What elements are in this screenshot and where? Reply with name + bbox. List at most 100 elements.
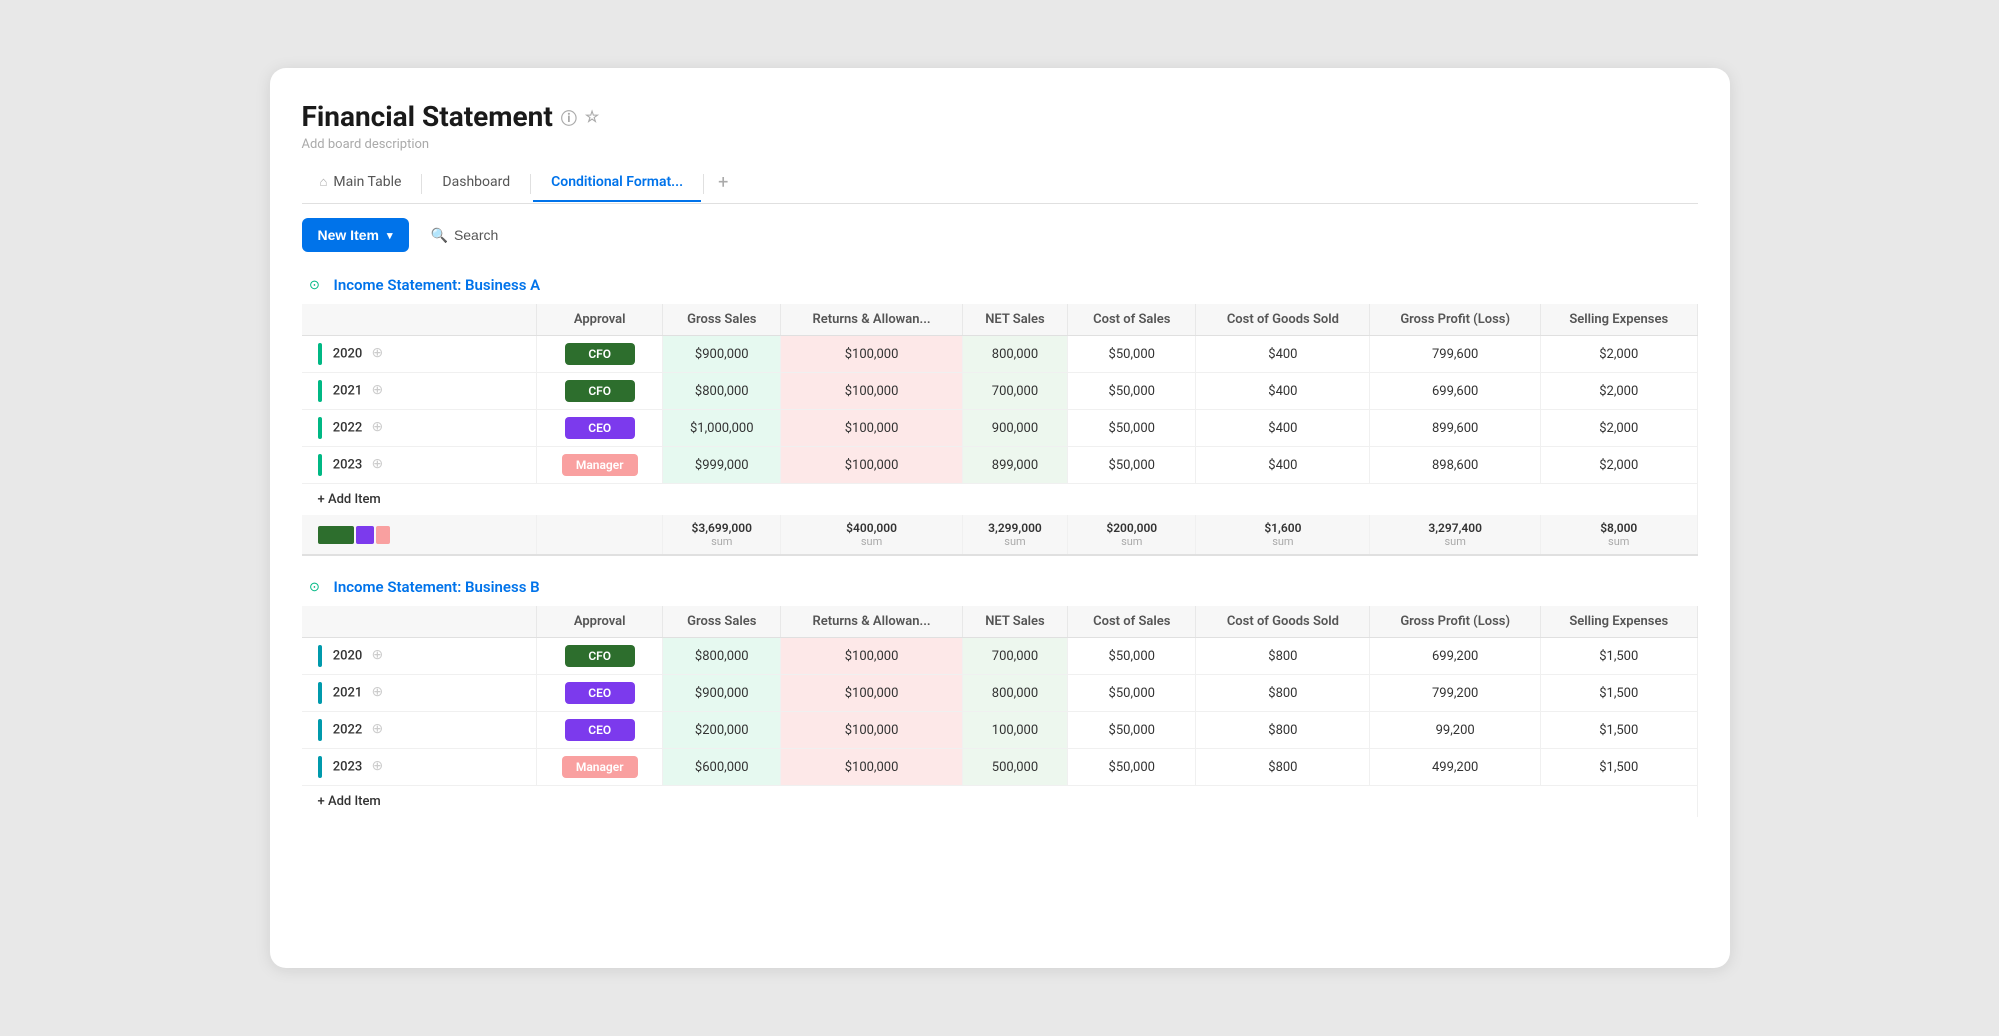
group-a-table: Approval Gross Sales Returns & Allowan..… xyxy=(302,304,1698,556)
summary-approval xyxy=(537,515,663,555)
row-indicator xyxy=(318,645,322,667)
cell-approval: CEO xyxy=(537,675,663,712)
approval-badge: Manager xyxy=(562,756,638,778)
cell-cost-sales: $50,000 xyxy=(1068,749,1196,786)
tab-add-button[interactable]: + xyxy=(706,164,740,203)
bar-ceo xyxy=(356,526,374,544)
row-add-icon[interactable]: ⊕ xyxy=(372,647,384,663)
group-b-table: Approval Gross Sales Returns & Allowan..… xyxy=(302,606,1698,817)
cell-cogs: $800 xyxy=(1196,712,1370,749)
col-net-sales-b: NET Sales xyxy=(962,606,1067,638)
col-returns-a: Returns & Allowan... xyxy=(781,304,963,336)
row-add-icon[interactable]: ⊕ xyxy=(372,684,384,700)
cell-gross-profit: 699,200 xyxy=(1370,638,1541,675)
approval-badge: CEO xyxy=(565,719,635,741)
row-add-icon[interactable]: ⊕ xyxy=(372,721,384,737)
cell-net-sales: 800,000 xyxy=(962,675,1067,712)
cell-selling: $2,000 xyxy=(1541,410,1698,447)
col-gross-sales-b: Gross Sales xyxy=(663,606,781,638)
cell-returns: $100,000 xyxy=(781,373,963,410)
board-description[interactable]: Add board description xyxy=(302,137,1698,152)
cell-approval: Manager xyxy=(537,749,663,786)
cell-year: 2022 ⊕ xyxy=(302,410,537,447)
add-item-cell-a[interactable]: + Add Item xyxy=(302,484,1698,516)
cell-net-sales: 700,000 xyxy=(962,373,1067,410)
cell-selling: $1,500 xyxy=(1541,749,1698,786)
col-approval-b: Approval xyxy=(537,606,663,638)
add-item-row-b[interactable]: + Add Item xyxy=(302,786,1698,818)
approval-badge: CFO xyxy=(565,645,635,667)
cell-year: 2023 ⊕ xyxy=(302,447,537,484)
tab-main-table[interactable]: ⌂ Main Table xyxy=(302,166,420,202)
row-indicator xyxy=(318,719,322,741)
info-icon[interactable]: ⓘ xyxy=(561,105,577,129)
tab-divider-1 xyxy=(421,174,422,194)
approval-badge: CEO xyxy=(565,682,635,704)
col-gross-sales-a: Gross Sales xyxy=(663,304,781,336)
row-add-icon[interactable]: ⊕ xyxy=(372,345,384,361)
cell-approval: Manager xyxy=(537,447,663,484)
col-returns-b: Returns & Allowan... xyxy=(781,606,963,638)
cell-approval: CFO xyxy=(537,373,663,410)
cell-net-sales: 100,000 xyxy=(962,712,1067,749)
col-net-sales-a: NET Sales xyxy=(962,304,1067,336)
col-gross-profit-a: Gross Profit (Loss) xyxy=(1370,304,1541,336)
row-add-icon[interactable]: ⊕ xyxy=(372,419,384,435)
table-row: 2023 ⊕ Manager $600,000 $100,000 500,000… xyxy=(302,749,1698,786)
cell-cogs: $800 xyxy=(1196,675,1370,712)
cell-selling: $2,000 xyxy=(1541,336,1698,373)
cell-cost-sales: $50,000 xyxy=(1068,373,1196,410)
table-row: 2021 ⊕ CFO $800,000 $100,000 700,000 $50… xyxy=(302,373,1698,410)
summary-returns: $400,000 sum xyxy=(781,515,963,555)
cell-gross-sales: $900,000 xyxy=(663,675,781,712)
cell-gross-sales: $900,000 xyxy=(663,336,781,373)
row-indicator xyxy=(318,380,322,402)
cell-approval: CEO xyxy=(537,712,663,749)
tab-conditional[interactable]: Conditional Format... xyxy=(533,166,701,202)
cell-gross-sales: $999,000 xyxy=(663,447,781,484)
group-a-header-row: Approval Gross Sales Returns & Allowan..… xyxy=(302,304,1698,336)
group-b-toggle[interactable]: ⊙ xyxy=(304,576,326,598)
search-button[interactable]: 🔍 Search xyxy=(421,221,509,250)
add-item-cell-b[interactable]: + Add Item xyxy=(302,786,1698,818)
col-year-b xyxy=(302,606,537,638)
cell-gross-profit: 799,600 xyxy=(1370,336,1541,373)
summary-net-sales: 3,299,000 sum xyxy=(962,515,1067,555)
cell-returns: $100,000 xyxy=(781,447,963,484)
cell-net-sales: 899,000 xyxy=(962,447,1067,484)
row-add-icon[interactable]: ⊕ xyxy=(372,456,384,472)
new-item-button[interactable]: New Item ▾ xyxy=(302,218,409,252)
group-b-section: ⊙ Income Statement: Business B Approval … xyxy=(302,576,1698,817)
cell-cost-sales: $50,000 xyxy=(1068,675,1196,712)
row-add-icon[interactable]: ⊕ xyxy=(372,382,384,398)
tab-conditional-label: Conditional Format... xyxy=(551,174,683,190)
tab-divider-3 xyxy=(703,174,704,194)
cell-gross-profit: 499,200 xyxy=(1370,749,1541,786)
search-label: Search xyxy=(454,227,498,243)
row-indicator xyxy=(318,682,322,704)
cell-year: 2022 ⊕ xyxy=(302,712,537,749)
summary-row-a: $3,699,000 sum $400,000 sum 3,299,000 su… xyxy=(302,515,1698,555)
cell-gross-profit: 898,600 xyxy=(1370,447,1541,484)
row-add-icon[interactable]: ⊕ xyxy=(372,758,384,774)
star-icon[interactable]: ☆ xyxy=(585,107,599,126)
tab-main-table-label: Main Table xyxy=(333,174,401,190)
cell-returns: $100,000 xyxy=(781,410,963,447)
cell-selling: $2,000 xyxy=(1541,447,1698,484)
cell-selling: $1,500 xyxy=(1541,638,1698,675)
row-indicator xyxy=(318,756,322,778)
bar-cfo xyxy=(318,526,354,544)
cell-cost-sales: $50,000 xyxy=(1068,712,1196,749)
group-b-name: Income Statement: Business B xyxy=(334,578,540,596)
cell-selling: $1,500 xyxy=(1541,712,1698,749)
table-row: 2021 ⊕ CEO $900,000 $100,000 800,000 $50… xyxy=(302,675,1698,712)
cell-net-sales: 700,000 xyxy=(962,638,1067,675)
cell-net-sales: 800,000 xyxy=(962,336,1067,373)
add-item-row-a[interactable]: + Add Item xyxy=(302,484,1698,516)
cell-year: 2023 ⊕ xyxy=(302,749,537,786)
summary-selling: $8,000 sum xyxy=(1541,515,1698,555)
tab-dashboard[interactable]: Dashboard xyxy=(424,166,528,202)
col-selling-a: Selling Expenses xyxy=(1541,304,1698,336)
row-indicator xyxy=(318,417,322,439)
group-a-toggle[interactable]: ⊙ xyxy=(304,274,326,296)
